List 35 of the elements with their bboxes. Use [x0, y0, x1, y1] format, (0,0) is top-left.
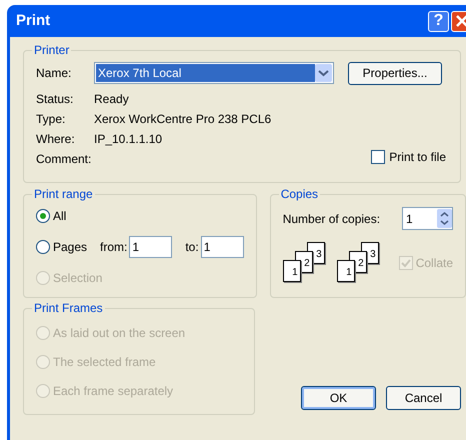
- field-label: Type:: [36, 111, 66, 125]
- radio-label[interactable]: All: [53, 207, 66, 225]
- print-to-file-checkbox[interactable]: Print to file: [371, 148, 446, 165]
- radio-button[interactable]: [36, 240, 50, 254]
- dialog-button[interactable]: Cancel: [386, 386, 461, 410]
- radio-button[interactable]: [36, 209, 50, 223]
- check-icon: [400, 258, 411, 268]
- group-title: Print Frames: [33, 300, 104, 317]
- from-page-field[interactable]: 1: [129, 236, 172, 258]
- help-button[interactable]: ?: [428, 10, 449, 32]
- copies-spinner[interactable]: 1: [402, 207, 454, 230]
- close-icon: [456, 15, 466, 27]
- field-label: Status:: [36, 91, 74, 105]
- field-label: from:: [100, 239, 128, 256]
- field-value: Xerox WorkCentre Pro 238 PCL6: [94, 111, 272, 125]
- field-label: Name:: [36, 65, 72, 82]
- dialog-button[interactable]: OK: [301, 386, 376, 410]
- field-value: Ready: [94, 91, 129, 105]
- printer-dropdown[interactable]: Xerox 7th Local: [94, 62, 334, 84]
- to-page-field[interactable]: 1: [200, 236, 244, 258]
- field-value: IP_10.1.1.10: [94, 131, 162, 145]
- group-title: Print range: [33, 186, 94, 203]
- copies-label: Number of copies:: [282, 210, 380, 228]
- field-label: to:: [185, 239, 199, 256]
- close-button[interactable]: [451, 10, 466, 32]
- field-label: Where:: [36, 131, 76, 145]
- page-sheet: 1: [336, 260, 355, 282]
- page-sheet: 1: [282, 260, 301, 282]
- group-title: Copies: [280, 186, 320, 203]
- spin-arrows-icon: [437, 209, 452, 228]
- group-title: Printer: [33, 42, 70, 59]
- radio-label[interactable]: Pages: [53, 238, 88, 256]
- window-title: Print: [16, 10, 52, 31]
- field-label: Comment:: [36, 151, 92, 165]
- properties-button[interactable]: Properties...: [348, 62, 442, 84]
